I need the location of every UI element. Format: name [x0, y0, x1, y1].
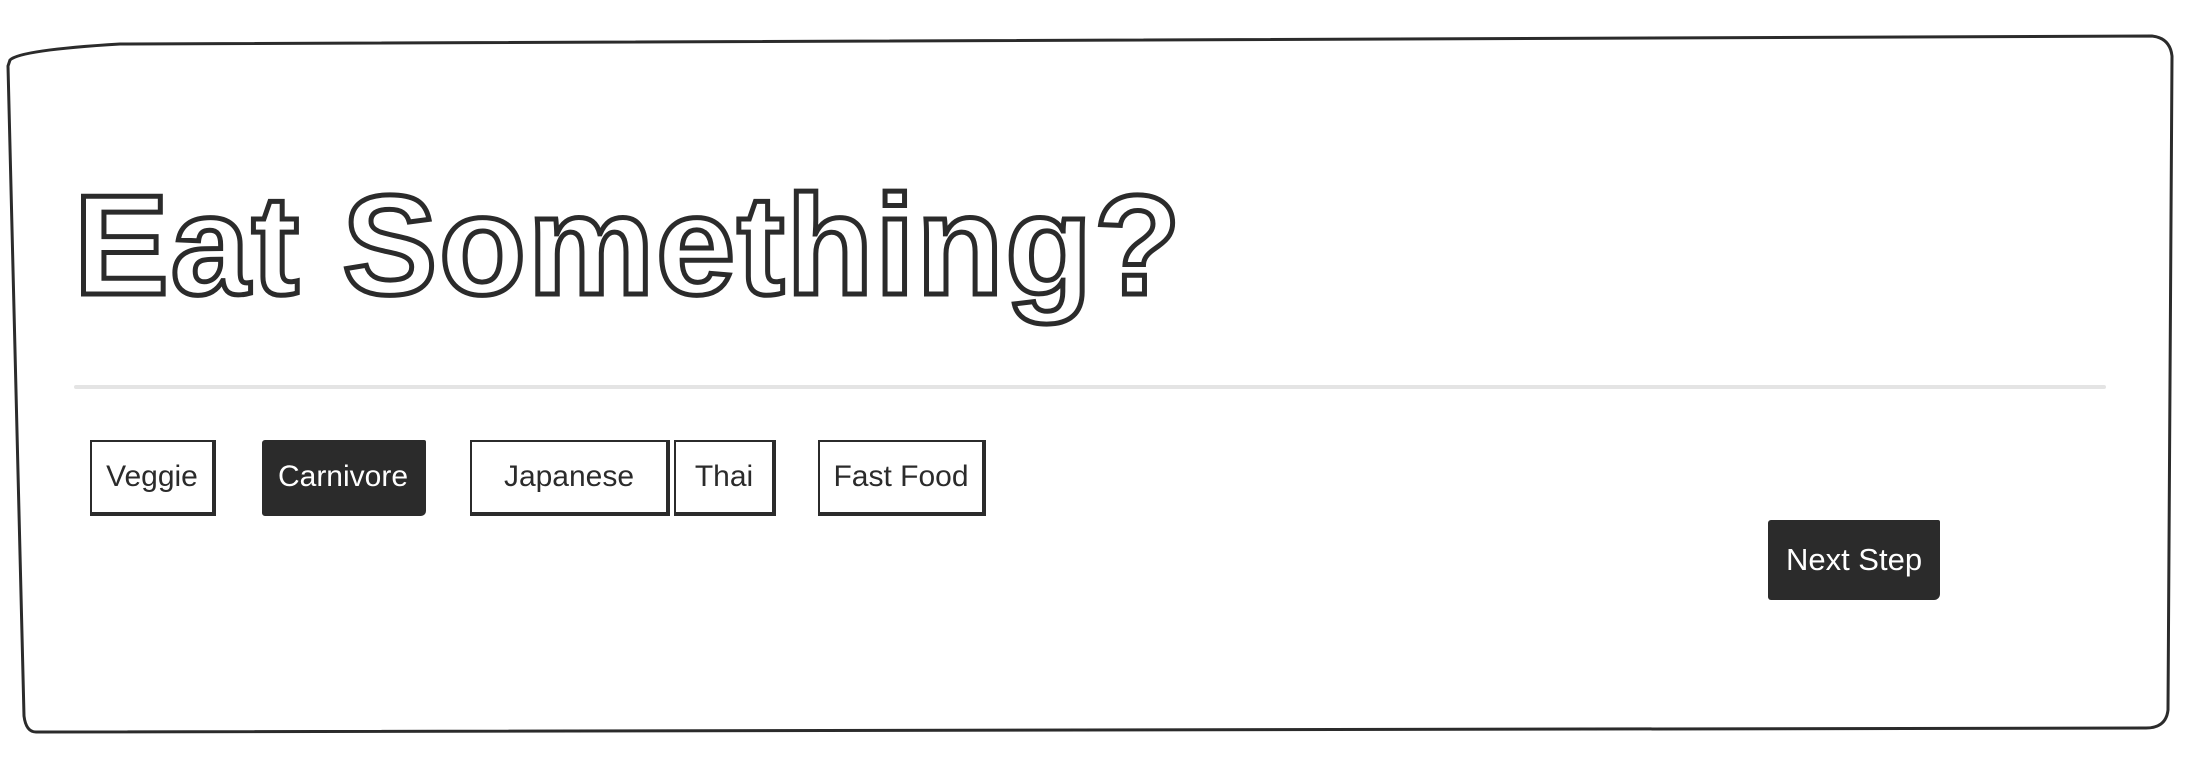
- option-japanese[interactable]: Japanese: [470, 440, 670, 516]
- option-carnivore[interactable]: Carnivore: [262, 440, 426, 516]
- option-veggie[interactable]: Veggie: [90, 440, 216, 516]
- page-title: Eat Something?: [72, 166, 1184, 325]
- question-card: [10, 38, 2170, 728]
- option-fast-food[interactable]: Fast Food: [818, 440, 986, 516]
- next-step-button[interactable]: Next Step: [1768, 520, 1940, 600]
- title-divider: [74, 385, 2106, 389]
- option-thai[interactable]: Thai: [674, 440, 776, 516]
